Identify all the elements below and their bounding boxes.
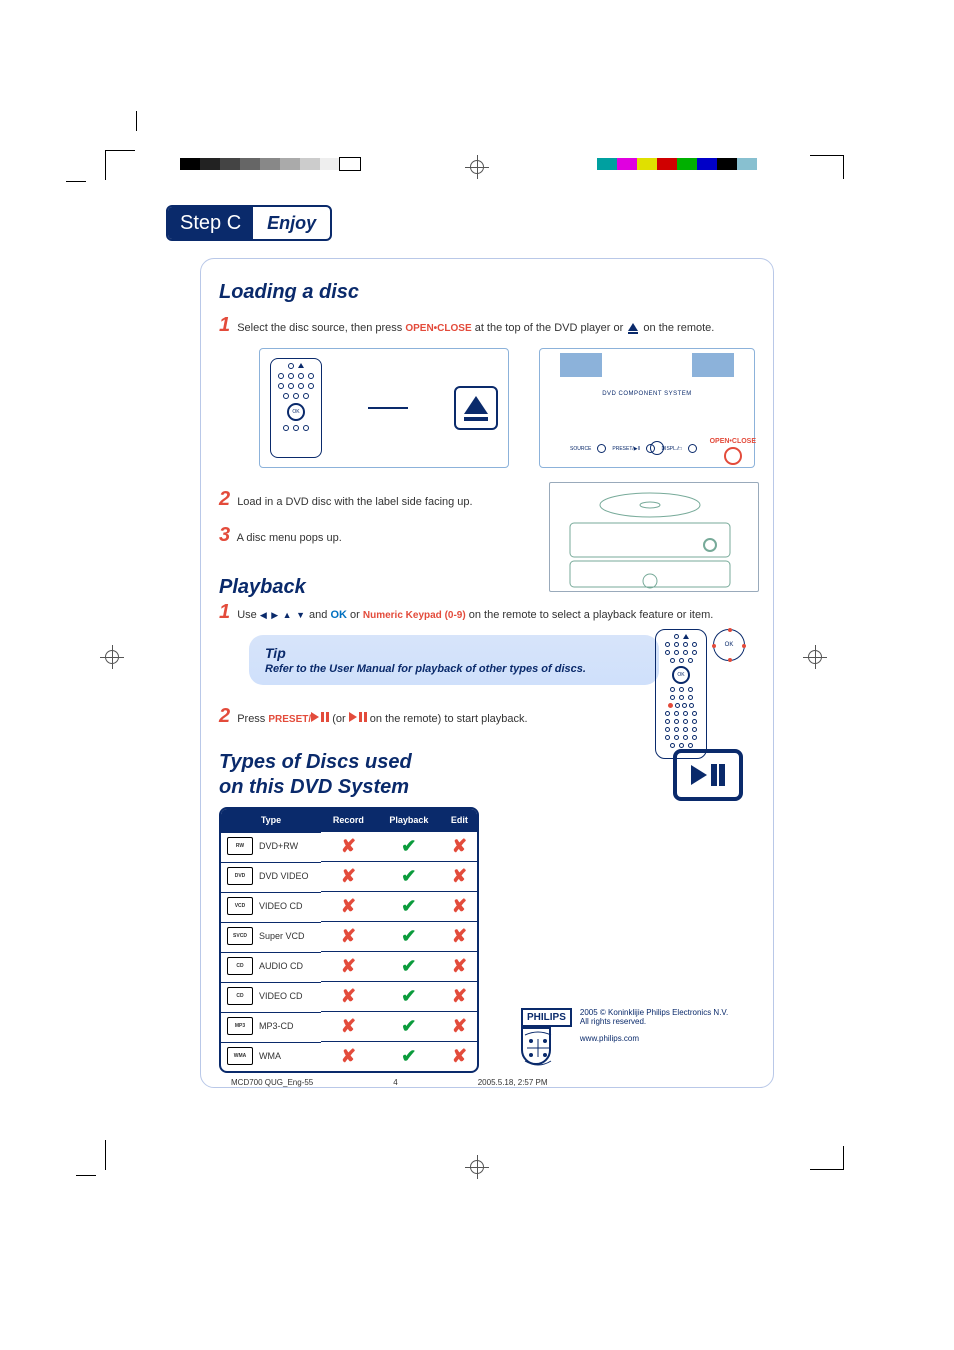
rights-line: All rights reserved. <box>580 1017 728 1026</box>
print-footer: MCD700 QUG_Eng-55 4 2005.5.18, 2:57 PM <box>201 1076 773 1089</box>
remote-ok-closeup <box>713 629 745 661</box>
disc-type-label: VIDEO CD <box>259 901 303 911</box>
step-label: Step C <box>168 207 253 239</box>
table-row: CDVIDEO CD✘✔✘ <box>221 982 477 1012</box>
table-row: DVDDVD VIDEO✘✔✘ <box>221 862 477 892</box>
disc-type-label: AUDIO CD <box>259 961 303 971</box>
crop-mark <box>105 1140 139 1170</box>
disc-type-label: WMA <box>259 1051 281 1061</box>
disc-type-label: DVD+RW <box>259 841 298 851</box>
content-panel: Loading a disc 1 Select the disc source,… <box>200 258 774 1088</box>
disc-logo-icon: SVCD <box>227 927 253 945</box>
table-row: WMAWMA✘✔✘ <box>221 1042 477 1072</box>
philips-wordmark: PHILIPS <box>521 1008 572 1027</box>
loading-step-2: 2 Load in a DVD disc with the label side… <box>219 486 529 512</box>
table-row: CDAUDIO CD✘✔✘ <box>221 952 477 982</box>
step-header: Step C Enjoy <box>166 205 332 241</box>
table-header: Playback <box>376 809 442 832</box>
open-close-label: OPEN•CLOSE <box>710 438 756 445</box>
eject-button-illustration <box>454 386 498 430</box>
table-header: Edit <box>442 809 477 832</box>
loading-step-1: 1 Select the disc source, then press OPE… <box>219 312 755 338</box>
playback-step-1: 1 Use ◀ ▶ ▲ ▼ and OK or Numeric Keypad (… <box>219 599 755 625</box>
color-swatches <box>597 158 757 170</box>
doc-id: MCD700 QUG_Eng-55 <box>231 1078 313 1087</box>
tip-box: Tip Refer to the User Manual for playbac… <box>249 635 659 685</box>
disc-logo-icon: DVD <box>227 867 253 885</box>
disc-compatibility-table: TypeRecordPlaybackEdit RWDVD+RW✘✔✘DVDDVD… <box>219 807 479 1073</box>
table-header: Record <box>321 809 376 832</box>
section-title-loading: Loading a disc <box>219 281 755 304</box>
crop-mark <box>810 1146 844 1170</box>
remote-mini: OK <box>270 358 322 458</box>
table-row: MP3MP3-CD✘✔✘ <box>221 1012 477 1042</box>
crop-mark <box>105 150 135 180</box>
player-front-diagram: DVD COMPONENT SYSTEM SOURCEPRESET/▶IIDIS… <box>539 348 755 468</box>
grayscale-swatches <box>180 158 360 170</box>
table-header: Type <box>221 809 321 832</box>
table-row: SVCDSuper VCD✘✔✘ <box>221 922 477 952</box>
player-iso-diagram <box>549 482 759 607</box>
disc-logo-icon: WMA <box>227 1047 253 1065</box>
table-row: VCDVIDEO CD✘✔✘ <box>221 892 477 922</box>
registration-mark <box>105 650 119 664</box>
disc-logo-icon: MP3 <box>227 1017 253 1035</box>
disc-type-label: DVD VIDEO <box>259 871 309 881</box>
tip-title: Tip <box>265 645 643 661</box>
arrow-keys-icon: ◀ ▶ ▲ ▼ <box>260 610 306 620</box>
remote-full-illustration: OK <box>655 629 745 759</box>
copyright-line: 2005 © Koninklijie Philips Electronics N… <box>580 1008 728 1017</box>
disc-logo-icon: RW <box>227 837 253 855</box>
table-row: RWDVD+RW✘✔✘ <box>221 832 477 862</box>
section-title-playback: Playback <box>219 576 529 599</box>
print-timestamp: 2005.5.18, 2:57 PM <box>478 1078 548 1087</box>
crop-mark <box>810 155 844 179</box>
disc-logo-icon: CD <box>227 987 253 1005</box>
tip-text: Refer to the User Manual for playback of… <box>265 663 643 675</box>
eject-icon <box>628 323 638 331</box>
brand-footer: PHILIPS 2005 © Koninklijie Philips Elect… <box>521 1008 728 1065</box>
disc-logo-icon: VCD <box>227 897 253 915</box>
page-number: 4 <box>393 1078 397 1087</box>
philips-shield-icon <box>521 1027 551 1065</box>
disc-type-label: Super VCD <box>259 931 305 941</box>
disc-type-label: VIDEO CD <box>259 991 303 1001</box>
registration-mark <box>470 1160 484 1174</box>
remote-diagram-card: OK <box>259 348 509 468</box>
brand-url: www.philips.com <box>580 1034 728 1043</box>
disc-logo-icon: CD <box>227 957 253 975</box>
loading-diagram-row: OK DVD COMPONENT SYSTEM SOURCEPRESET/▶II… <box>219 348 755 468</box>
loading-step-3: 3 A disc menu pops up. <box>219 522 529 548</box>
open-close-button-illustration <box>724 447 742 465</box>
registration-mark <box>808 650 822 664</box>
step-subtitle: Enjoy <box>253 209 330 238</box>
registration-mark <box>470 160 484 174</box>
disc-type-label: MP3-CD <box>259 1021 294 1031</box>
callout-line <box>368 407 408 409</box>
